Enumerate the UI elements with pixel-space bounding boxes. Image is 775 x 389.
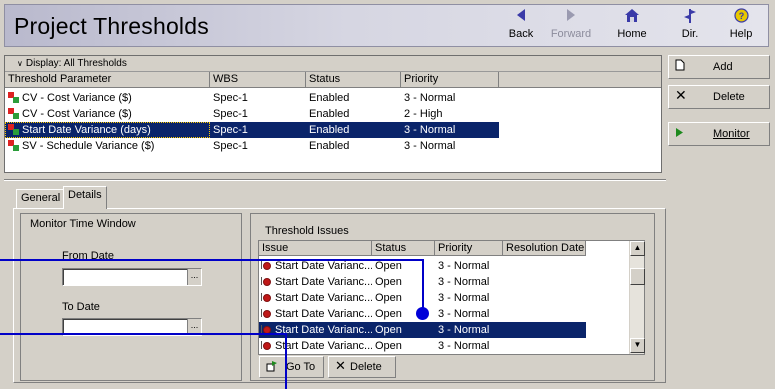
x-icon: ✕ bbox=[675, 87, 687, 103]
scroll-down-icon[interactable]: ▼ bbox=[630, 338, 645, 353]
x-icon: ✕ bbox=[335, 358, 346, 373]
column-header[interactable]: Status bbox=[372, 241, 435, 256]
list-item[interactable]: Start Date Varianc... Open 3 - Normal bbox=[259, 338, 586, 354]
scroll-up-icon[interactable]: ▲ bbox=[630, 241, 645, 256]
forward-arrow-icon bbox=[547, 8, 595, 26]
home-button[interactable]: Home bbox=[608, 8, 656, 46]
table-row[interactable]: CV - Cost Variance ($) Spec-1 Enabled 3 … bbox=[5, 90, 499, 106]
directory-icon bbox=[666, 8, 714, 26]
delete-button[interactable]: ✕ Delete bbox=[668, 85, 770, 109]
dir-button[interactable]: Dir. bbox=[666, 8, 714, 46]
delete-issue-button[interactable]: ✕ Delete bbox=[328, 356, 396, 378]
column-header[interactable]: Status bbox=[306, 72, 401, 88]
callout-line bbox=[0, 333, 287, 335]
back-button[interactable]: Back bbox=[497, 8, 545, 46]
callout-line bbox=[0, 259, 424, 261]
scroll-thumb[interactable] bbox=[630, 268, 645, 285]
group-title: Threshold Issues bbox=[265, 225, 349, 237]
callout-line bbox=[422, 259, 424, 314]
table-row-selected[interactable]: Start Date Variance (days) Spec-1 Enable… bbox=[5, 122, 499, 138]
table-row[interactable]: SV - Schedule Variance ($) Spec-1 Enable… bbox=[5, 138, 499, 154]
chevron-down-icon: ∨ bbox=[17, 59, 23, 68]
threshold-icon bbox=[8, 92, 19, 103]
goto-button[interactable]: Go To bbox=[259, 356, 324, 378]
column-header[interactable]: Priority bbox=[435, 241, 503, 256]
section-divider bbox=[4, 179, 666, 181]
from-date-field[interactable]: ... bbox=[62, 268, 202, 286]
issues-scrollbar[interactable]: ▲ ▼ bbox=[629, 241, 645, 354]
forward-button[interactable]: Forward bbox=[547, 8, 595, 46]
group-title: Monitor Time Window bbox=[30, 218, 136, 230]
column-header[interactable]: Priority bbox=[401, 72, 499, 88]
monitor-button[interactable]: Monitor bbox=[668, 122, 770, 146]
help-button[interactable]: ? Help bbox=[717, 8, 765, 46]
column-header-filler bbox=[499, 72, 661, 88]
date-picker-button[interactable]: ... bbox=[187, 269, 201, 285]
thresholds-grid: ∨ Display: All Thresholds Threshold Param… bbox=[4, 55, 662, 173]
tab-details[interactable]: Details bbox=[63, 186, 107, 209]
thresholds-header: Threshold Parameter WBS Status Priority bbox=[5, 72, 661, 88]
issue-icon bbox=[261, 260, 272, 270]
callout-line bbox=[285, 333, 287, 389]
back-arrow-icon bbox=[497, 8, 545, 26]
page-title: Project Thresholds bbox=[14, 13, 209, 39]
table-row[interactable]: CV - Cost Variance ($) Spec-1 Enabled 2 … bbox=[5, 106, 499, 122]
threshold-icon bbox=[8, 124, 19, 135]
callout-dot bbox=[416, 307, 429, 320]
column-header[interactable]: Resolution Date bbox=[503, 241, 586, 256]
goto-icon bbox=[266, 360, 278, 375]
help-icon: ? bbox=[717, 8, 765, 26]
to-date-label: To Date bbox=[62, 301, 100, 313]
threshold-icon bbox=[8, 108, 19, 119]
column-header[interactable]: Threshold Parameter bbox=[5, 72, 210, 88]
issue-icon bbox=[261, 308, 272, 318]
issues-grid: Issue Status Priority Resolution Date St… bbox=[258, 240, 645, 355]
monitor-time-window-group: Monitor Time Window bbox=[20, 213, 242, 381]
column-header[interactable]: WBS bbox=[210, 72, 306, 88]
tab-general[interactable]: General bbox=[16, 189, 66, 208]
list-item-selected[interactable]: Start Date Varianc... Open 3 - Normal bbox=[259, 322, 586, 338]
svg-text:?: ? bbox=[738, 11, 744, 21]
display-filter[interactable]: ∨ Display: All Thresholds bbox=[5, 56, 661, 72]
document-icon bbox=[675, 59, 685, 74]
home-icon bbox=[608, 8, 656, 26]
issue-icon bbox=[261, 276, 272, 286]
issue-icon bbox=[261, 340, 272, 350]
column-header[interactable]: Issue bbox=[259, 241, 372, 256]
threshold-icon bbox=[8, 140, 19, 151]
add-button[interactable]: Add bbox=[668, 55, 770, 79]
header-bar: Project Thresholds Back Forward Home Dir… bbox=[4, 4, 769, 47]
issue-icon bbox=[261, 292, 272, 302]
play-icon bbox=[675, 126, 684, 141]
